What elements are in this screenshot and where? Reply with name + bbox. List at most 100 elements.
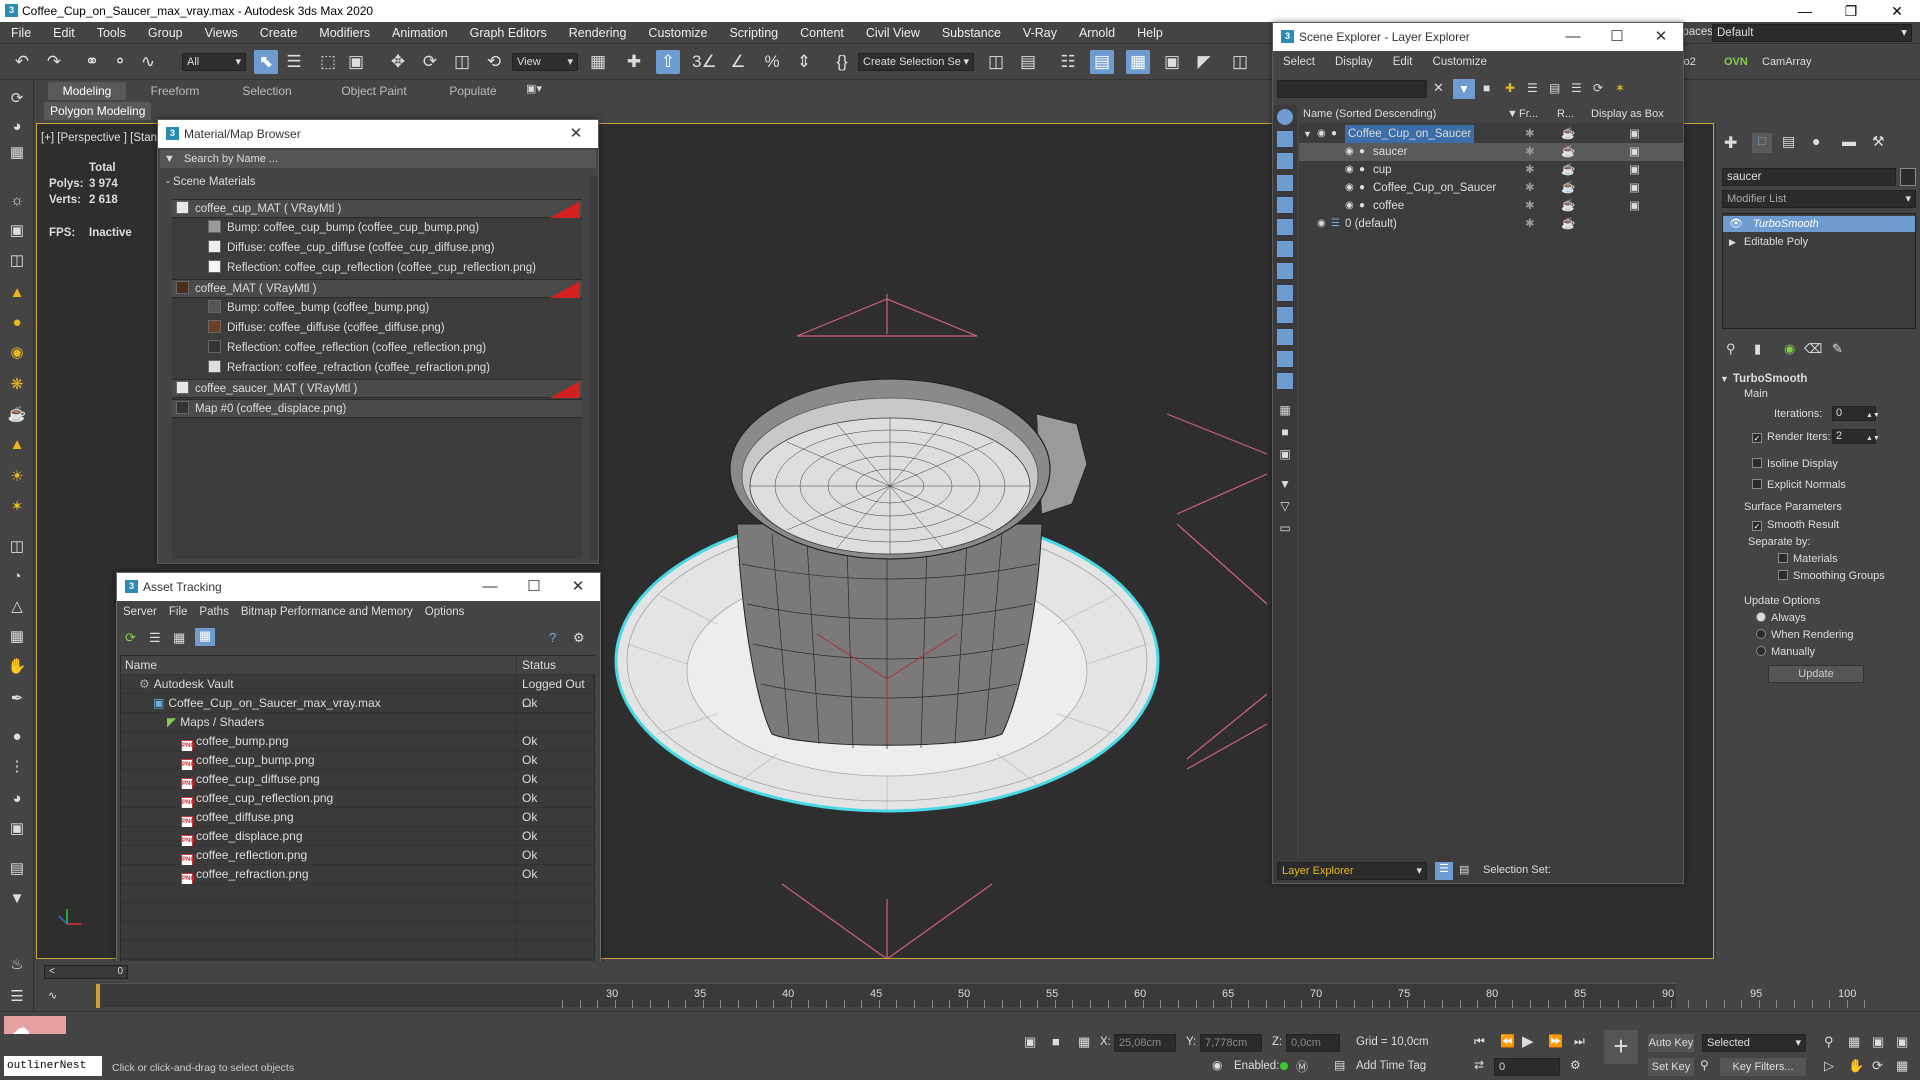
ribbon-tab-modeling[interactable]: Modeling — [48, 82, 126, 100]
map-item[interactable]: Diffuse: coffee_cup_diffuse (coffee_cup_… — [172, 239, 582, 258]
key-mode-icon[interactable]: ⇄ — [1474, 1058, 1484, 1072]
ribbon-subtab-polygon-modeling[interactable]: Polygon Modeling — [44, 102, 152, 120]
set-key-big-icon[interactable]: + — [1604, 1030, 1638, 1064]
ribbon-tab-freeform[interactable]: Freeform — [138, 82, 212, 100]
expand-icon[interactable]: ▼ — [1303, 125, 1312, 143]
menu-scripting[interactable]: Scripting — [718, 26, 789, 40]
layers-icon[interactable]: ▤ — [6, 858, 28, 880]
enabled-spinner-icon[interactable]: Ⓜ — [1296, 1058, 1308, 1075]
select-invert-icon[interactable]: ▣ — [1277, 447, 1293, 463]
select-manipulate-icon[interactable]: ✚ — [622, 50, 646, 74]
material-item[interactable]: coffee_saucer_MAT ( VRayMtl ) — [172, 379, 582, 398]
maxscript-input[interactable]: outlinerNest — [4, 1056, 102, 1076]
se-menu-select[interactable]: Select — [1273, 56, 1325, 68]
time-slider[interactable]: < 0 — [44, 965, 128, 979]
new-layer-icon[interactable]: ✚ — [1505, 81, 1515, 95]
rect-selection-icon[interactable]: ⬚ — [316, 50, 340, 74]
materials-checkbox[interactable] — [1778, 553, 1788, 563]
visibility-eye-icon[interactable]: ◉ — [1345, 179, 1357, 197]
ribbon-tab-object-paint[interactable]: Object Paint — [324, 82, 424, 100]
menu-modifiers[interactable]: Modifiers — [308, 26, 381, 40]
x-coord-field[interactable]: 25,08cm — [1114, 1034, 1176, 1052]
display-spacewarps-icon[interactable] — [1277, 241, 1293, 257]
dynamics-icon[interactable]: ◕ — [6, 788, 28, 810]
shape-icon[interactable]: ◫ — [6, 250, 28, 272]
percent-snap-icon[interactable]: % — [760, 50, 784, 74]
isoline-checkbox[interactable] — [1752, 458, 1762, 468]
material-scrollbar[interactable] — [590, 176, 598, 560]
reference-coord-dropdown[interactable]: View ▾ — [512, 53, 578, 71]
select-all-icon[interactable]: ▦ — [1277, 403, 1293, 419]
selection-filter-dropdown[interactable]: All ▾ — [182, 53, 246, 71]
asset-tracking-titlebar[interactable]: 3 Asset Tracking — ☐ ✕ — [117, 573, 600, 601]
display-box-icon[interactable]: ▣ — [1629, 125, 1640, 143]
asset-row[interactable]: ◤ Maps / Shaders — [121, 713, 595, 732]
goto-end-icon[interactable]: ⏭ — [1574, 1034, 1585, 1049]
render-iters-row[interactable]: ✓ Render Iters: — [1752, 431, 1831, 443]
z-coord-field[interactable]: 0,0cm — [1286, 1034, 1340, 1052]
stack-eye-icon[interactable]: 👁 — [1729, 218, 1743, 230]
material-search-bar[interactable]: ▼ Search by Name ... — [160, 150, 596, 168]
asset-menu-server[interactable]: Server — [117, 606, 163, 618]
menu-help[interactable]: Help — [1126, 26, 1174, 40]
asset-row[interactable]: PNGcoffee_refraction.png Ok — [121, 865, 595, 884]
isoline-row[interactable]: Isoline Display — [1752, 458, 1838, 470]
renderable-icon[interactable]: ☕ — [1561, 125, 1575, 143]
col-status-header[interactable]: Status — [518, 656, 594, 675]
rollout-collapse-icon[interactable]: ▼ — [1720, 374, 1729, 384]
asset-minimize-button[interactable]: — — [468, 573, 512, 601]
refresh-icon[interactable]: ⟳ — [125, 630, 136, 646]
material-icon[interactable]: ◔ — [6, 566, 28, 588]
star-icon[interactable]: ✶ — [6, 496, 28, 518]
menu-rendering[interactable]: Rendering — [558, 26, 638, 40]
list-view-icon[interactable]: ☰ — [149, 630, 161, 646]
create-selection-set-dropdown[interactable]: Create Selection Se ▾ — [858, 53, 974, 71]
display-frozen-icon[interactable] — [1277, 351, 1293, 367]
display-box-icon[interactable]: ▣ — [1629, 143, 1640, 161]
bind-spacewarp-icon[interactable]: ∿ — [136, 50, 160, 74]
schematic-view-icon[interactable]: ▣ — [1160, 50, 1184, 74]
scene-explorer-titlebar[interactable]: 3 Scene Explorer - Layer Explorer — ☐ ✕ — [1273, 23, 1683, 51]
asset-row[interactable]: PNGcoffee_reflection.png Ok — [121, 846, 595, 865]
display-hidden-icon[interactable] — [1277, 373, 1293, 389]
layer-explorer-icon[interactable]: ☷ — [1056, 50, 1080, 74]
sync-icon[interactable]: ⟳ — [1593, 81, 1603, 95]
visibility-eye-icon[interactable]: ◉ — [1317, 125, 1329, 143]
pan-icon[interactable]: ✋ — [1848, 1058, 1864, 1074]
zoom-extents-all-icon[interactable]: ▣ — [1896, 1034, 1908, 1050]
scene-tree-item[interactable]: ◉ ● saucer ✱ ☕ ▣ — [1299, 143, 1683, 161]
asset-close-button[interactable]: ✕ — [556, 573, 600, 601]
abs-mode-icon[interactable]: ▦ — [1078, 1034, 1090, 1050]
stack-item-turbosmooth[interactable]: 👁 TurboSmooth — [1723, 216, 1915, 232]
ribbon-toggle-icon[interactable]: ▤ — [1090, 50, 1114, 74]
scale-icon[interactable]: ◫ — [450, 50, 474, 74]
asset-row[interactable]: PNGcoffee_diffuse.png Ok — [121, 808, 595, 827]
render-setup-icon[interactable]: ◫ — [1228, 50, 1252, 74]
scene-tree-item[interactable]: ◉ ● cup ✱ ☕ ▣ — [1299, 161, 1683, 179]
se-menu-edit[interactable]: Edit — [1383, 56, 1423, 68]
map-item[interactable]: Bump: coffee_bump (coffee_bump.png) — [172, 299, 582, 318]
mirror-icon[interactable]: ◫ — [984, 50, 1008, 74]
renderable-icon[interactable]: ☕ — [1561, 197, 1575, 215]
menu-substance[interactable]: Substance — [931, 26, 1012, 40]
display-box-icon[interactable]: ▣ — [1629, 179, 1640, 197]
manually-row[interactable]: Manually — [1756, 646, 1815, 658]
undo-icon[interactable]: ↶ — [10, 50, 34, 74]
scene-tree-item[interactable]: ◉ ● Coffee_Cup_on_Saucer ✱ ☕ ▣ — [1299, 179, 1683, 197]
menu-tools[interactable]: Tools — [86, 26, 137, 40]
asset-maximize-button[interactable]: ☐ — [512, 573, 556, 601]
iterations-spinner[interactable]: 0 ▲▼ — [1832, 406, 1880, 422]
sun-icon[interactable]: ☀ — [6, 466, 28, 488]
modify-tab-icon[interactable]: □ — [1752, 133, 1772, 153]
lock-se-icon[interactable]: ■ — [1483, 81, 1490, 95]
layer-mode-icon[interactable]: ☰ — [1435, 862, 1453, 880]
freeze-icon[interactable]: ✱ — [1525, 143, 1535, 161]
collapse-arrow-icon[interactable]: ▼ — [164, 153, 175, 165]
cloth-icon[interactable]: ▣ — [6, 818, 28, 840]
configure-sets-icon[interactable]: ✎ — [1832, 341, 1843, 357]
material-item[interactable]: coffee_cup_MAT ( VRayMtl ) — [172, 199, 582, 218]
map-item[interactable]: Bump: coffee_cup_bump (coffee_cup_bump.p… — [172, 219, 582, 238]
display-geometry-icon[interactable] — [1277, 131, 1293, 147]
prev-frame-icon[interactable]: ⏪ — [1500, 1034, 1515, 1048]
torus-icon[interactable]: ❋ — [6, 374, 28, 396]
